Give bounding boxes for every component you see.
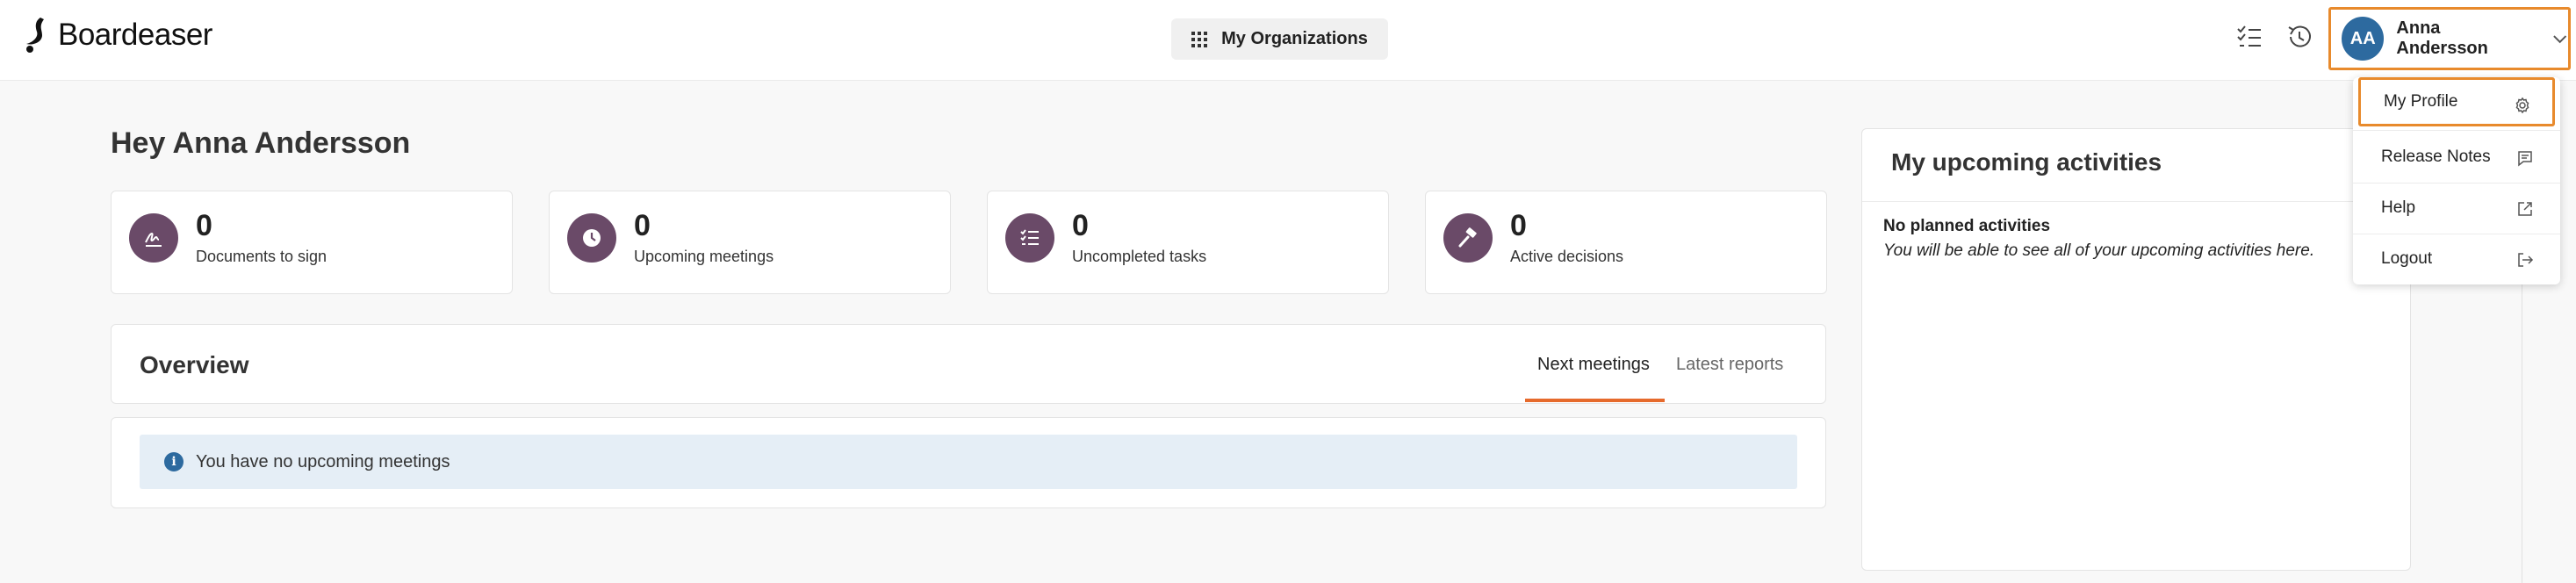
stat-label: Upcoming meetings — [634, 248, 774, 265]
stat-value: 0 — [634, 209, 651, 242]
menu-item-label: Logout — [2381, 249, 2433, 268]
logo-mark-icon — [26, 18, 44, 53]
stat-card-documents[interactable]: 0 Documents to sign — [111, 191, 513, 294]
active-tab-indicator — [1525, 399, 1665, 402]
meetings-panel: i You have no upcoming meetings — [111, 417, 1826, 508]
menu-item-label: My Profile — [2384, 92, 2458, 111]
stat-label: Documents to sign — [196, 248, 327, 265]
menu-item-logout[interactable]: Logout — [2358, 234, 2555, 284]
stat-card-tasks[interactable]: 0 Uncompleted tasks — [987, 191, 1389, 294]
clock-icon — [567, 213, 616, 263]
user-name: Anna Andersson — [2396, 18, 2488, 58]
activities-title: My upcoming activities — [1891, 148, 2162, 176]
tab-next-meetings[interactable]: Next meetings — [1537, 355, 1650, 375]
menu-item-label: Help — [2381, 198, 2416, 217]
task-list-icon[interactable] — [2235, 23, 2263, 51]
my-organizations-button[interactable]: My Organizations — [1171, 18, 1388, 60]
stat-value: 0 — [1510, 209, 1527, 242]
signature-icon — [129, 213, 178, 263]
my-organizations-label: My Organizations — [1221, 29, 1368, 48]
external-link-icon — [2516, 200, 2534, 218]
menu-item-release-notes[interactable]: Release Notes — [2358, 133, 2555, 182]
logout-icon — [2516, 251, 2534, 269]
avatar: AA — [2342, 17, 2385, 61]
top-header: Boardeaser My Organizations AA Anna Ande… — [0, 0, 2576, 81]
info-icon: i — [164, 452, 183, 471]
gear-icon — [2514, 97, 2531, 114]
menu-item-my-profile[interactable]: My Profile — [2358, 77, 2555, 126]
overview-title: Overview — [140, 351, 249, 378]
activities-empty-text: You will be able to see all of your upco… — [1883, 241, 2315, 260]
history-icon[interactable] — [2285, 23, 2313, 51]
divider — [2353, 130, 2560, 131]
grid-icon — [1191, 31, 1208, 47]
message-icon — [2516, 149, 2534, 167]
user-menu-button[interactable]: AA Anna Andersson — [2328, 7, 2571, 70]
boardeaser-logo[interactable]: Boardeaser — [23, 16, 212, 54]
stat-value: 0 — [1072, 209, 1089, 242]
chevron-down-icon — [2552, 35, 2566, 44]
tab-latest-reports[interactable]: Latest reports — [1676, 355, 1783, 375]
overview-header: Overview Next meetings Latest reports — [111, 324, 1826, 404]
upcoming-activities-panel: My upcoming activities No planned activi… — [1861, 128, 2411, 571]
stat-card-decisions[interactable]: 0 Active decisions — [1425, 191, 1827, 294]
divider — [1862, 201, 2410, 202]
menu-item-help[interactable]: Help — [2358, 184, 2555, 233]
gavel-icon — [1443, 213, 1493, 263]
stat-label: Uncompleted tasks — [1072, 248, 1207, 265]
empty-meetings-alert: i You have no upcoming meetings — [140, 435, 1797, 489]
activities-empty-title: No planned activities — [1883, 217, 2051, 235]
stat-label: Active decisions — [1510, 248, 1624, 265]
checklist-icon — [1005, 213, 1054, 263]
stat-card-meetings[interactable]: 0 Upcoming meetings — [549, 191, 951, 294]
page-title: Hey Anna Andersson — [111, 126, 411, 160]
brand-name: Boardeaser — [58, 18, 212, 52]
empty-meetings-message: You have no upcoming meetings — [196, 451, 450, 471]
stat-value: 0 — [196, 209, 212, 242]
user-dropdown-menu: My Profile Release Notes Help Logout — [2353, 77, 2560, 284]
menu-item-label: Release Notes — [2381, 148, 2491, 166]
